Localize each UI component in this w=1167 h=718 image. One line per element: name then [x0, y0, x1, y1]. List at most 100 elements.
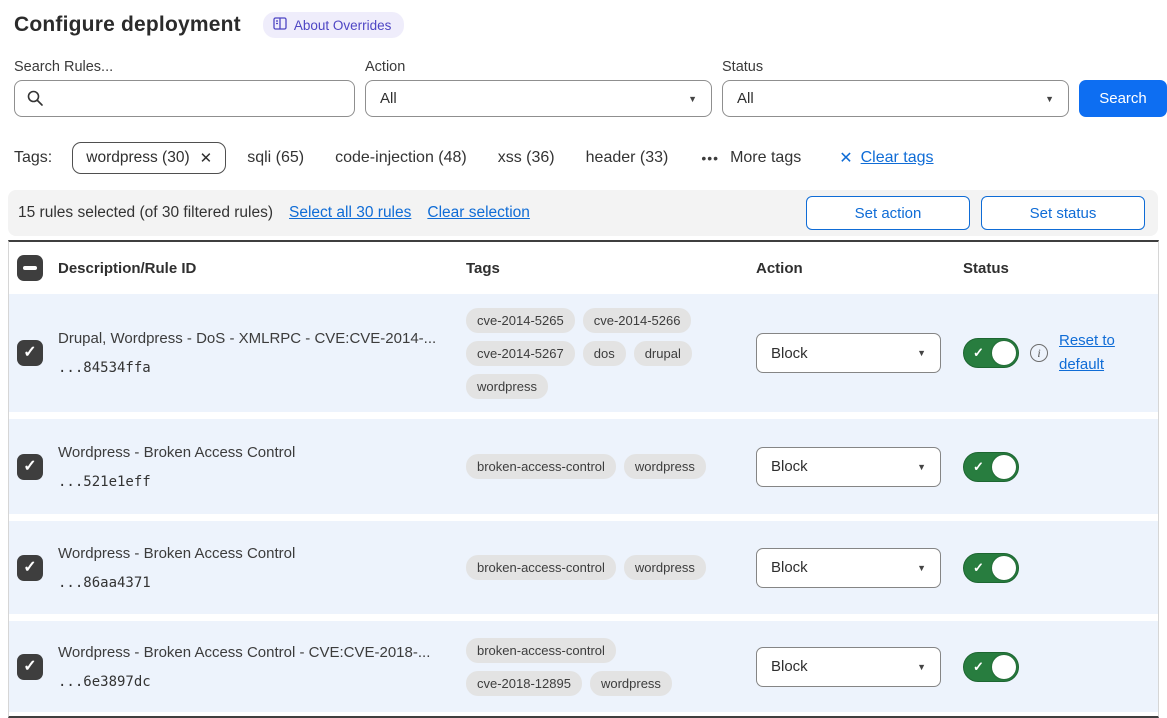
action-select-value: Block [771, 658, 808, 675]
action-label: Action [365, 59, 712, 75]
about-overrides-label: About Overrides [294, 18, 392, 33]
rule-id: ...86aa4371 [58, 575, 442, 591]
search-input[interactable] [14, 80, 355, 117]
more-tags-button[interactable]: ••• More tags [701, 149, 801, 167]
selection-summary: 15 rules selected (of 30 filtered rules) [18, 204, 273, 222]
tag-pill: cve-2018-12895 [466, 671, 582, 696]
page-title: Configure deployment [14, 13, 241, 37]
rule-description: Drupal, Wordpress - DoS - XMLRPC - CVE:C… [58, 330, 442, 347]
toggle-knob [992, 455, 1016, 479]
table-row: ✓ Drupal, Wordpress - DoS - XMLRPC - CVE… [9, 294, 1158, 412]
status-toggle[interactable]: ✓ [963, 338, 1019, 368]
status-label: Status [722, 59, 1069, 75]
search-button[interactable]: Search [1079, 80, 1167, 117]
tag-pill: cve-2014-5267 [466, 341, 575, 366]
search-label: Search Rules... [14, 59, 355, 75]
selection-bar: 15 rules selected (of 30 filtered rules)… [8, 190, 1158, 236]
check-icon: ✓ [23, 659, 36, 675]
tag-option-header[interactable]: header (33) [586, 149, 669, 167]
remove-tag-icon[interactable]: ✕ [200, 149, 213, 167]
action-select-value: Block [771, 458, 808, 475]
row-checkbox[interactable]: ✓ [17, 654, 43, 680]
column-header-action: Action [756, 260, 963, 277]
tag-pill: broken-access-control [466, 638, 616, 663]
tag-pill: broken-access-control [466, 555, 616, 580]
action-select-value: Block [771, 559, 808, 576]
check-icon: ✓ [973, 560, 984, 576]
select-all-checkbox[interactable] [17, 255, 43, 281]
selected-tag-label: wordpress (30) [86, 149, 189, 167]
action-select[interactable]: Block ▼ [756, 333, 941, 373]
status-select[interactable]: All ▼ [722, 80, 1069, 117]
table-row: ✓ Wordpress - Broken Access Control ...8… [9, 521, 1158, 614]
clear-x-icon: ✕ [839, 148, 852, 168]
filters-bar: Search Rules... Action All ▼ Status All … [14, 59, 1167, 117]
set-action-button[interactable]: Set action [806, 196, 970, 230]
tag-option-code-injection[interactable]: code-injection (48) [335, 149, 467, 167]
tags-label: Tags: [14, 149, 52, 167]
action-select[interactable]: All ▼ [365, 80, 712, 117]
row-checkbox[interactable]: ✓ [17, 454, 43, 480]
info-icon[interactable]: i [1030, 344, 1048, 362]
column-header-status: Status [963, 260, 1158, 277]
tag-pill: wordpress [466, 374, 548, 399]
check-icon: ✓ [23, 560, 36, 576]
tag-pill: dos [583, 341, 626, 366]
toggle-knob [992, 556, 1016, 580]
clear-tags-button[interactable]: ✕ Clear tags [839, 148, 933, 168]
more-tags-label: More tags [730, 149, 801, 167]
tag-pill: broken-access-control [466, 454, 616, 479]
status-toggle[interactable]: ✓ [963, 452, 1019, 482]
rule-tags: broken-access-control wordpress [458, 555, 756, 580]
rule-description: Wordpress - Broken Access Control - CVE:… [58, 644, 442, 661]
tag-pill: wordpress [624, 555, 706, 580]
dropdown-arrow-icon: ▼ [917, 462, 926, 472]
action-select-value: Block [771, 345, 808, 362]
tag-pill: drupal [634, 341, 692, 366]
search-icon [26, 89, 44, 112]
clear-tags-label: Clear tags [861, 149, 934, 167]
status-toggle[interactable]: ✓ [963, 553, 1019, 583]
tags-bar: Tags: wordpress (30) ✕ sqli (65) code-in… [14, 139, 1167, 176]
table-row: ✓ Wordpress - Broken Access Control ...5… [9, 419, 1158, 514]
row-checkbox[interactable]: ✓ [17, 555, 43, 581]
selected-tag-chip-wordpress[interactable]: wordpress (30) ✕ [72, 142, 226, 174]
rule-tags: cve-2014-5265 cve-2014-5266 cve-2014-526… [458, 308, 756, 399]
column-header-tags: Tags [458, 260, 756, 277]
status-toggle[interactable]: ✓ [963, 652, 1019, 682]
dropdown-arrow-icon: ▼ [917, 348, 926, 358]
dropdown-arrow-icon: ▼ [688, 94, 697, 104]
check-icon: ✓ [973, 345, 984, 361]
search-field: Search Rules... [14, 59, 355, 117]
dropdown-arrow-icon: ▼ [917, 662, 926, 672]
indeterminate-icon [23, 266, 37, 270]
check-icon: ✓ [23, 345, 36, 361]
rule-tags: broken-access-control wordpress [458, 454, 756, 479]
action-select[interactable]: Block ▼ [756, 447, 941, 487]
action-select[interactable]: Block ▼ [756, 548, 941, 588]
check-icon: ✓ [973, 659, 984, 675]
about-overrides-badge[interactable]: About Overrides [263, 12, 405, 38]
tag-option-xss[interactable]: xss (36) [498, 149, 555, 167]
dropdown-arrow-icon: ▼ [917, 563, 926, 573]
status-filter: Status All ▼ [722, 59, 1069, 117]
table-row: ✓ Wordpress - Broken Access Control - CV… [9, 621, 1158, 712]
rule-id: ...6e3897dc [58, 674, 442, 690]
tag-pill: wordpress [624, 454, 706, 479]
status-select-value: All [737, 90, 754, 107]
rule-id: ...521e1eff [58, 474, 442, 490]
column-header-description: Description/Rule ID [58, 260, 458, 277]
set-status-button[interactable]: Set status [981, 196, 1145, 230]
action-select[interactable]: Block ▼ [756, 647, 941, 687]
clear-selection-link[interactable]: Clear selection [427, 204, 530, 222]
tag-option-sqli[interactable]: sqli (65) [247, 149, 304, 167]
rules-table: Description/Rule ID Tags Action Status ✓… [8, 240, 1159, 718]
action-filter: Action All ▼ [365, 59, 712, 117]
check-icon: ✓ [23, 459, 36, 475]
toggle-knob [992, 341, 1016, 365]
page-header: Configure deployment About Overrides [14, 10, 1167, 40]
reset-to-default-link[interactable]: Reset to default [1059, 329, 1123, 377]
rule-id: ...84534ffa [58, 360, 442, 376]
row-checkbox[interactable]: ✓ [17, 340, 43, 366]
select-all-link[interactable]: Select all 30 rules [289, 204, 411, 222]
